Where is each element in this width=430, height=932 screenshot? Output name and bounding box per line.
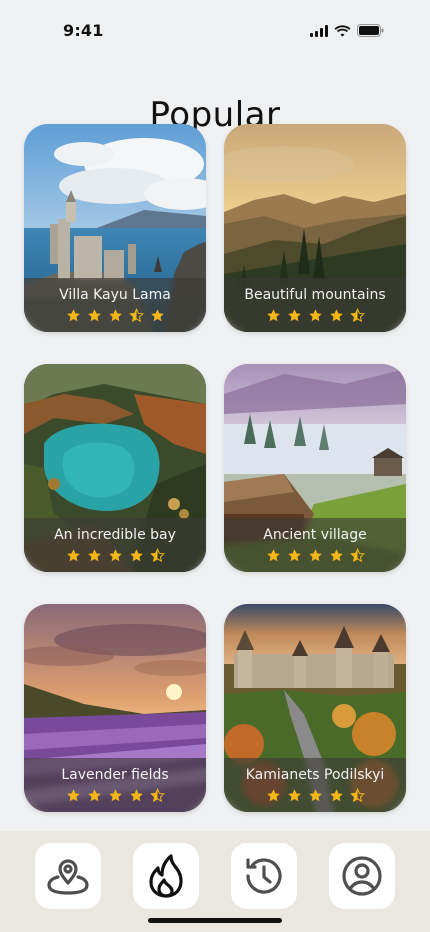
place-card-kamianets-podilskyi[interactable]: Kamianets Podilskyi	[224, 604, 406, 812]
tab-popular[interactable]	[133, 843, 199, 909]
star-full-icon	[108, 309, 122, 322]
card-title: Kamianets Podilskyi	[245, 767, 385, 783]
status-bar: 9:41	[0, 0, 430, 60]
star-full-icon	[308, 789, 322, 802]
star-full-icon	[329, 789, 343, 802]
history-icon	[246, 858, 282, 894]
star-full-icon	[287, 789, 301, 802]
rating-stars	[224, 548, 406, 563]
star-full-icon	[287, 549, 301, 562]
place-card-lavender-fields[interactable]: Lavender fields	[24, 604, 206, 812]
star-full-icon	[129, 549, 143, 562]
rating-stars	[224, 788, 406, 803]
user-icon	[342, 856, 382, 896]
star-full-icon	[87, 549, 101, 562]
star-full-icon	[87, 309, 101, 322]
tab-history[interactable]	[231, 843, 297, 909]
card-caption: An incredible bay	[24, 518, 206, 572]
star-full-icon	[66, 309, 80, 322]
card-caption: Kamianets Podilskyi	[224, 758, 406, 812]
home-indicator	[148, 918, 282, 923]
place-card-an-incredible-bay[interactable]: An incredible bay	[24, 364, 206, 572]
star-full-icon	[87, 789, 101, 802]
place-card-villa-kayu-lama[interactable]: Villa Kayu Lama	[24, 124, 206, 332]
status-icons	[310, 24, 384, 37]
card-caption: Villa Kayu Lama	[24, 278, 206, 332]
star-half-icon	[149, 788, 165, 803]
star-full-icon	[266, 309, 280, 322]
star-half-icon	[128, 308, 144, 323]
card-title: Lavender fields	[61, 767, 169, 783]
star-full-icon	[308, 549, 322, 562]
card-caption: Ancient village	[224, 518, 406, 572]
star-full-icon	[108, 549, 122, 562]
star-full-icon	[150, 309, 164, 322]
star-full-icon	[329, 549, 343, 562]
cellular-signal-icon	[310, 24, 328, 37]
rating-stars	[24, 788, 206, 803]
place-card-beautiful-mountains[interactable]: Beautiful mountains	[224, 124, 406, 332]
battery-icon	[357, 24, 384, 37]
status-time: 9:41	[63, 21, 104, 40]
star-full-icon	[287, 309, 301, 322]
rating-stars	[224, 308, 406, 323]
star-full-icon	[66, 549, 80, 562]
card-title: Villa Kayu Lama	[59, 287, 171, 303]
map-pin-icon	[47, 859, 89, 895]
card-title: An incredible bay	[54, 527, 176, 543]
card-caption: Lavender fields	[24, 758, 206, 812]
star-full-icon	[308, 309, 322, 322]
rating-stars	[24, 308, 206, 323]
bottom-tab-bar	[0, 831, 430, 932]
star-full-icon	[129, 789, 143, 802]
star-full-icon	[266, 549, 280, 562]
star-half-icon	[349, 788, 365, 803]
card-title: Ancient village	[263, 527, 367, 543]
tab-profile[interactable]	[329, 843, 395, 909]
card-caption: Beautiful mountains	[224, 278, 406, 332]
star-half-icon	[349, 548, 365, 563]
place-card-ancient-village[interactable]: Ancient village	[224, 364, 406, 572]
wifi-icon	[334, 24, 351, 37]
star-full-icon	[266, 789, 280, 802]
star-half-icon	[349, 308, 365, 323]
star-full-icon	[108, 789, 122, 802]
rating-stars	[24, 548, 206, 563]
card-title: Beautiful mountains	[244, 287, 386, 303]
star-full-icon	[66, 789, 80, 802]
star-full-icon	[329, 309, 343, 322]
star-half-icon	[149, 548, 165, 563]
flame-icon	[149, 854, 183, 898]
tab-map[interactable]	[35, 843, 101, 909]
